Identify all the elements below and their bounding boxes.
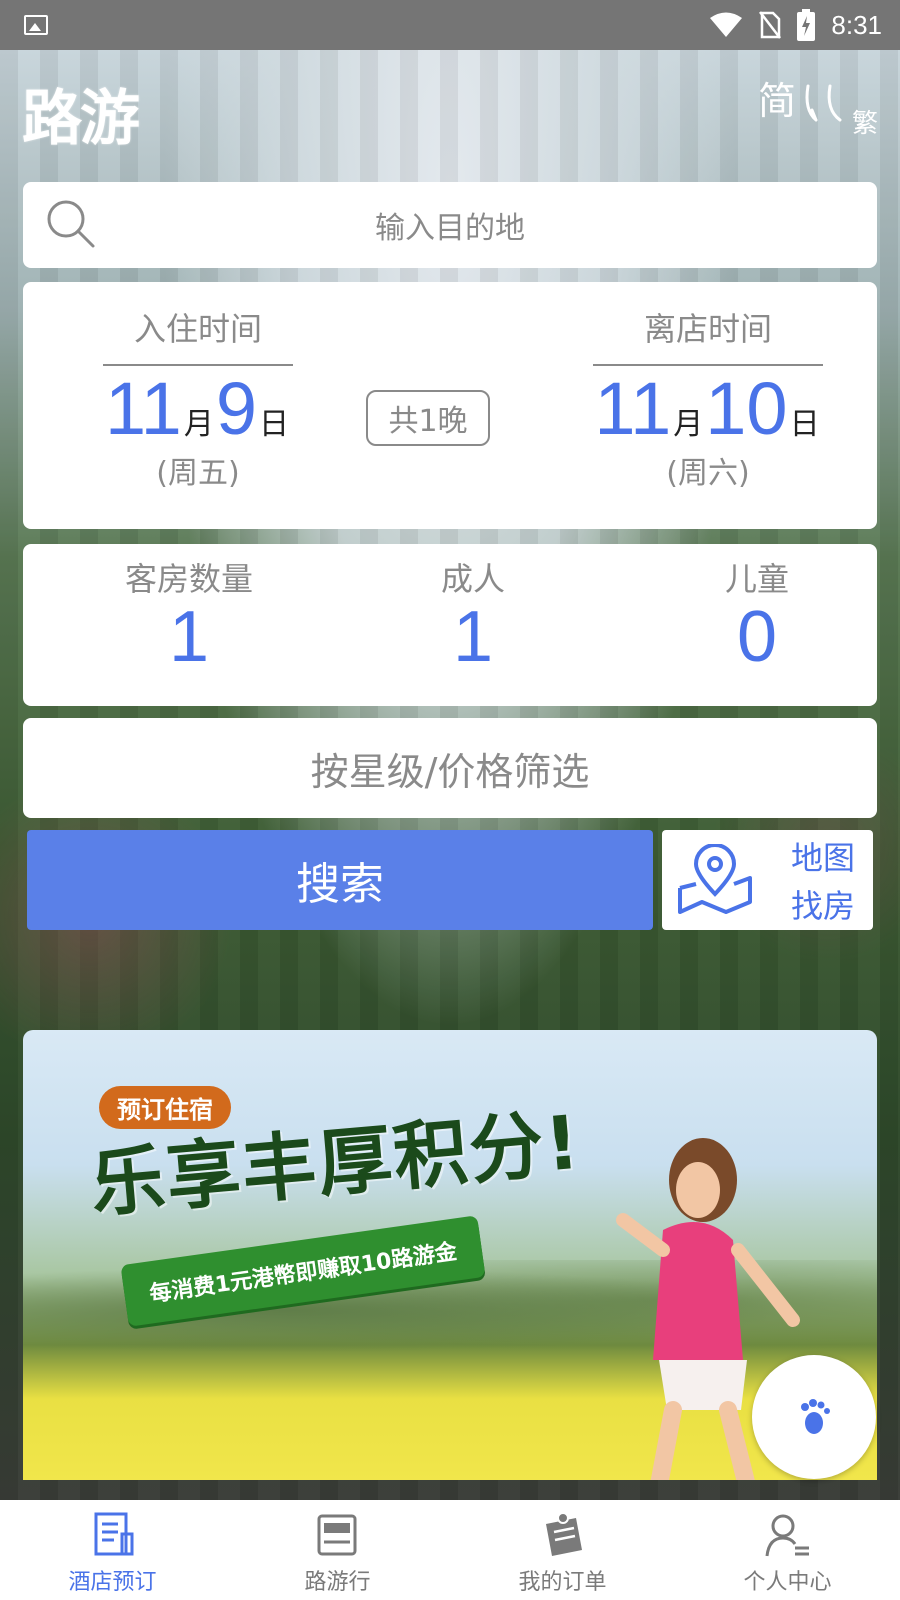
profile-icon [765, 1514, 809, 1557]
lang-simplified: 简 [758, 79, 797, 123]
logo-text: 路游 [22, 84, 140, 154]
checkout-month: 11 [594, 367, 672, 450]
date-selector: 入住时间 11 月 9 日 (周五) 共1晚 离店时间 11 月 10 日 (周… [23, 282, 877, 529]
search-input[interactable]: 输入目的地 [23, 203, 877, 247]
gallery-icon [24, 15, 48, 35]
children-label: 儿童 [724, 560, 789, 598]
nav-label-travel: 路游行 [304, 1570, 371, 1595]
star-price-filter[interactable]: 按星级/价格筛选 [23, 718, 877, 818]
map-label-line1: 地图 [790, 839, 855, 877]
checkout-divider [593, 364, 823, 366]
bottom-nav: 酒店预订 路游行 我的订单 个人中心 [0, 1500, 900, 1600]
checkin-date[interactable]: 入住时间 11 月 9 日 (周五) [73, 282, 323, 492]
guest-selector: 客房数量 1 成人 1 儿童 0 [23, 544, 877, 706]
language-toggle[interactable]: 简 繁 [758, 70, 878, 140]
children-value: 0 [736, 597, 778, 677]
status-bar: 8:31 [0, 0, 900, 50]
nav-label-hotel: 酒店预订 [68, 1570, 157, 1595]
map-search-button[interactable]: 地图 找房 [662, 830, 873, 930]
banner-ribbon: 每消费1元港幣即赚取10路游金 [120, 1215, 486, 1327]
month-unit: 月 [673, 407, 704, 442]
no-sim-icon [759, 11, 782, 39]
filter-label: 按星级/价格筛选 [310, 749, 590, 794]
adults-value: 1 [452, 597, 494, 677]
checkin-divider [103, 364, 293, 366]
day-unit: 日 [789, 407, 820, 442]
nav-label-orders: 我的订单 [518, 1570, 607, 1595]
checkin-day: 9 [215, 367, 257, 450]
nav-my-orders[interactable]: 我的订单 [450, 1500, 675, 1600]
map-pin-icon [676, 843, 754, 916]
day-unit: 日 [258, 407, 289, 442]
status-time: 8:31 [831, 9, 882, 40]
rooms-selector[interactable]: 客房数量 1 [89, 554, 289, 676]
map-label-line2: 找房 [790, 887, 855, 925]
destination-search[interactable]: 输入目的地 [23, 182, 877, 268]
nights-badge: 共1晚 [366, 390, 490, 446]
hotel-booking-icon [94, 1512, 133, 1556]
footprint-icon [801, 1399, 830, 1434]
nav-profile[interactable]: 个人中心 [675, 1500, 900, 1600]
search-icon [43, 196, 99, 252]
footprint-button[interactable] [752, 1355, 876, 1479]
lang-traditional: 繁 [851, 109, 878, 139]
promo-banner[interactable]: 预订住宿 乐享丰厚积分! 每消费1元港幣即赚取10路游金 [23, 1030, 877, 1480]
orders-icon [545, 1512, 582, 1556]
checkin-weekday: (周五) [156, 456, 240, 491]
nav-hotel-booking[interactable]: 酒店预订 [0, 1500, 225, 1600]
rooms-label: 客房数量 [124, 560, 253, 598]
checkout-weekday: (周六) [666, 456, 750, 491]
battery-charging-icon [797, 9, 816, 41]
wifi-icon [709, 12, 743, 38]
nav-label-profile: 个人中心 [743, 1570, 832, 1595]
checkout-label: 离店时间 [643, 310, 772, 348]
adults-selector[interactable]: 成人 1 [373, 554, 573, 676]
luyou-travel-icon [317, 1514, 356, 1556]
rooms-value: 1 [168, 597, 210, 677]
children-selector[interactable]: 儿童 0 [657, 554, 857, 676]
adults-label: 成人 [440, 560, 505, 598]
app-logo: 路游 [22, 70, 182, 154]
search-button[interactable]: 搜索 [27, 830, 653, 930]
checkin-month: 11 [105, 367, 182, 450]
checkout-date[interactable]: 离店时间 11 月 10 日 (周六) [583, 282, 833, 492]
checkin-label: 入住时间 [133, 310, 262, 348]
month-unit: 月 [183, 407, 214, 442]
swap-arrow-icon [802, 80, 846, 130]
checkout-day: 10 [705, 367, 788, 450]
nav-luyou-travel[interactable]: 路游行 [225, 1500, 450, 1600]
